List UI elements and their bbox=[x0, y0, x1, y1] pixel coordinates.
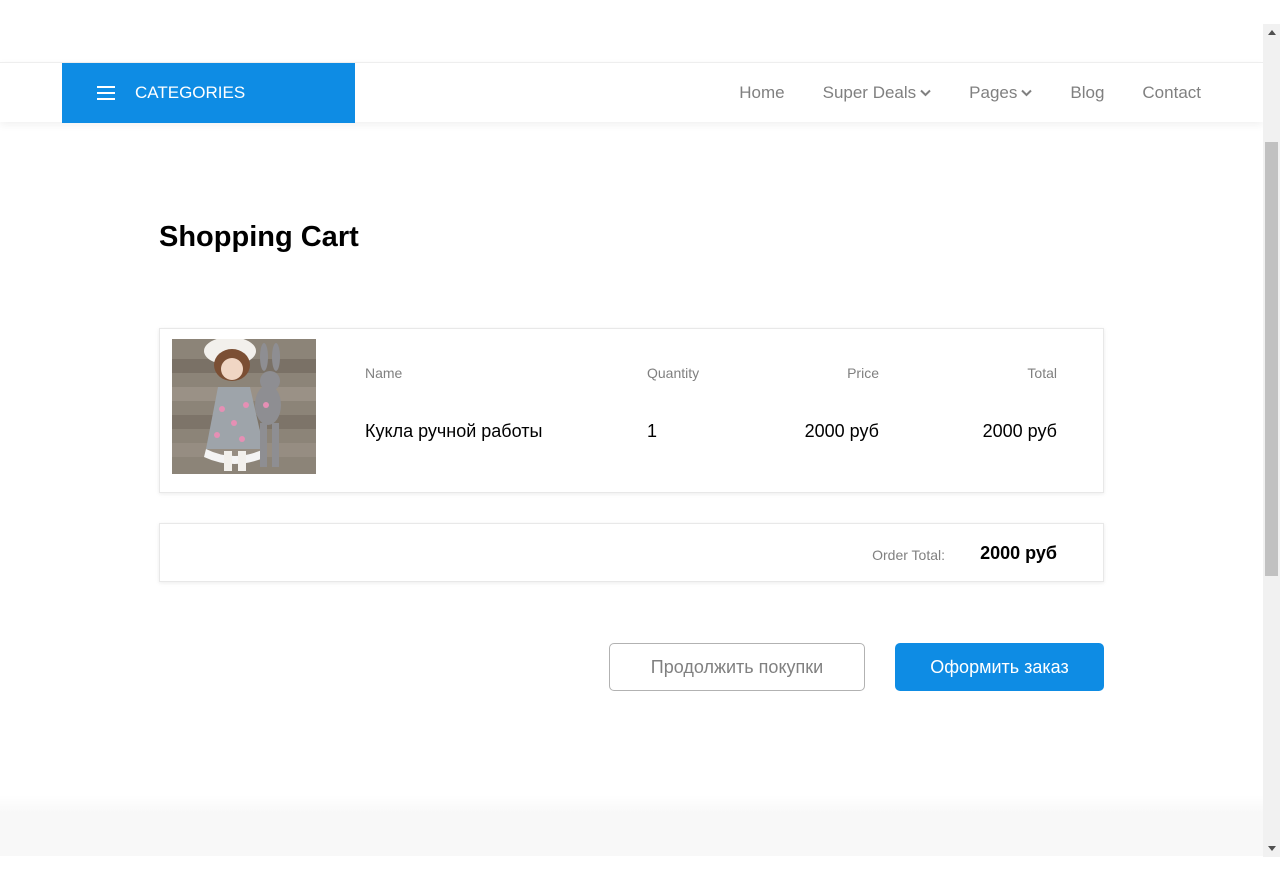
main-navbar: CATEGORIES Home Super Deals Pages Blog C… bbox=[0, 62, 1263, 123]
item-quantity: 1 bbox=[647, 421, 658, 441]
vertical-scrollbar[interactable] bbox=[1263, 24, 1280, 857]
nav-contact-label: Contact bbox=[1142, 83, 1201, 102]
page: CATEGORIES Home Super Deals Pages Blog C… bbox=[0, 0, 1280, 881]
nav-home-label: Home bbox=[739, 83, 785, 102]
order-total-box: Order Total: 2000 руб bbox=[159, 523, 1104, 582]
scrollbar-thumb[interactable] bbox=[1265, 142, 1278, 576]
item-name[interactable]: Кукла ручной работы bbox=[365, 421, 542, 442]
order-total-value: 2000 руб bbox=[980, 543, 1057, 563]
scroll-down-arrow-icon[interactable] bbox=[1263, 840, 1280, 857]
nav-super-deals[interactable]: Super Deals bbox=[823, 83, 932, 103]
item-price: 2000 руб bbox=[804, 421, 879, 441]
nav-home[interactable]: Home bbox=[739, 83, 784, 103]
product-image[interactable] bbox=[172, 339, 316, 474]
chevron-down-icon bbox=[1021, 89, 1033, 97]
nav-pages[interactable]: Pages bbox=[969, 83, 1033, 103]
total-header: Total bbox=[1027, 365, 1057, 381]
nav-links: Home Super Deals Pages Blog Contact bbox=[701, 63, 1201, 123]
categories-button[interactable]: CATEGORIES bbox=[62, 63, 355, 123]
order-total-label: Order Total: bbox=[872, 547, 945, 563]
footer-strip bbox=[0, 795, 1263, 856]
nav-pages-label: Pages bbox=[969, 83, 1018, 102]
nav-blog-label: Blog bbox=[1070, 83, 1105, 102]
scroll-up-arrow-icon[interactable] bbox=[1263, 24, 1280, 41]
checkout-button[interactable]: Оформить заказ bbox=[895, 643, 1104, 691]
item-total: 2000 руб bbox=[982, 421, 1057, 441]
categories-label: CATEGORIES bbox=[135, 83, 246, 102]
name-header: Name bbox=[365, 365, 403, 381]
nav-contact[interactable]: Contact bbox=[1142, 83, 1201, 103]
price-header: Price bbox=[847, 365, 879, 381]
cart-item-row: Name Quantity Price Total Кукла ручной р… bbox=[159, 328, 1104, 493]
doll-image bbox=[172, 339, 316, 474]
nav-super-deals-label: Super Deals bbox=[822, 83, 917, 102]
hamburger-menu-icon bbox=[97, 86, 115, 100]
continue-shopping-button[interactable]: Продолжить покупки bbox=[609, 643, 865, 691]
quantity-header: Quantity bbox=[647, 365, 700, 381]
nav-blog[interactable]: Blog bbox=[1070, 83, 1104, 103]
page-title: Shopping Cart bbox=[159, 221, 359, 253]
chevron-down-icon bbox=[920, 89, 931, 97]
